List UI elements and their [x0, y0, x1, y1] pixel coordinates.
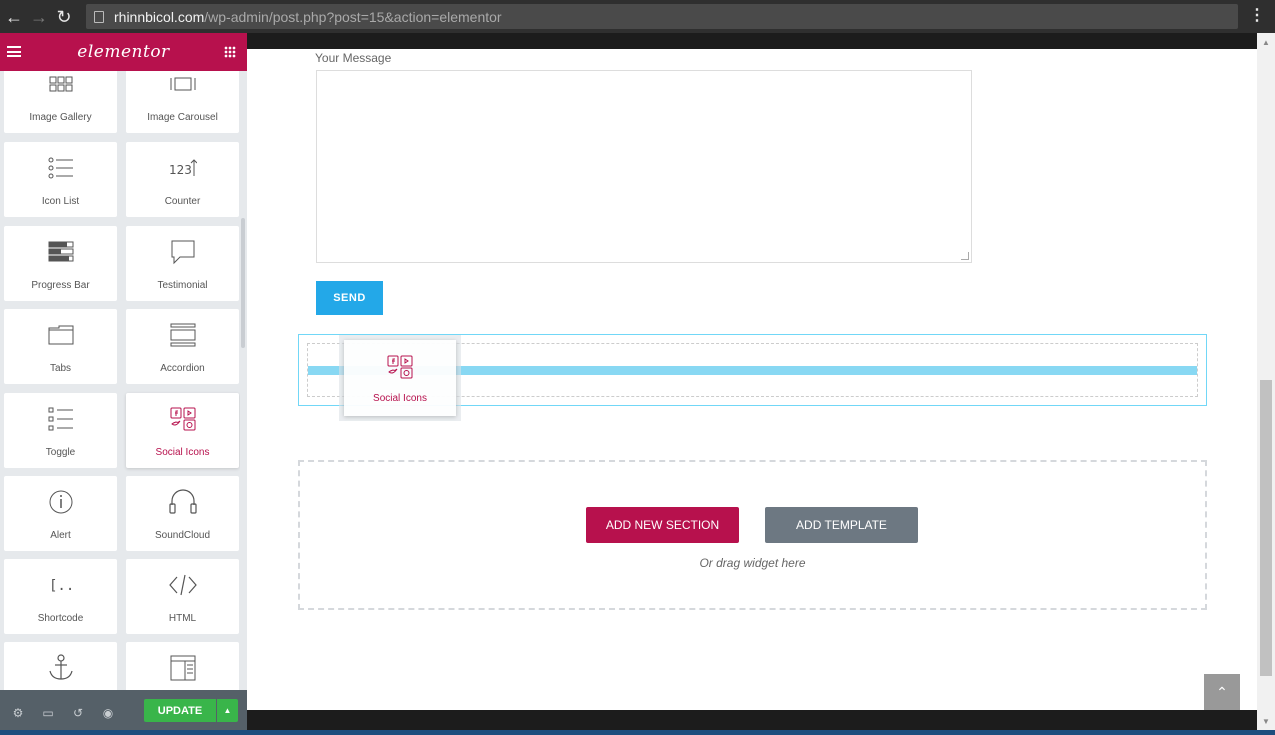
- widget-image-carousel[interactable]: Image Carousel: [126, 71, 239, 133]
- widget-sidebar[interactable]: [126, 642, 239, 690]
- widget-html[interactable]: HTML: [126, 559, 239, 634]
- widgets-grid-icon[interactable]: [224, 46, 236, 58]
- icon-list-icon: [46, 154, 76, 182]
- image-gallery-icon: [46, 71, 76, 98]
- preview-eye-icon[interactable]: ◉: [96, 701, 120, 725]
- update-options-caret-icon[interactable]: ▲: [217, 699, 238, 722]
- widget-list: Image Gallery Image Carousel Icon List 1…: [0, 71, 240, 690]
- alert-icon: [46, 488, 76, 516]
- progress-bar-icon: [46, 238, 76, 266]
- responsive-desktop-icon[interactable]: ▭: [36, 701, 60, 725]
- widget-label: Toggle: [45, 447, 76, 458]
- widget-icon-list[interactable]: Icon List: [4, 142, 117, 217]
- widget-counter[interactable]: 123 Counter: [126, 142, 239, 217]
- html-icon: [168, 571, 198, 599]
- scroll-down-arrow-icon[interactable]: ▼: [1260, 717, 1272, 727]
- widget-label: Accordion: [160, 363, 205, 374]
- soundcloud-icon: [168, 488, 198, 516]
- widget-soundcloud[interactable]: SoundCloud: [126, 476, 239, 551]
- shortcode-icon: [...]: [46, 571, 76, 599]
- elementor-panel: elementor Image Gallery Image Carousel I…: [0, 33, 247, 735]
- dragging-widget[interactable]: Social Icons: [344, 340, 456, 416]
- preview-scrollbar-thumb[interactable]: [1260, 380, 1272, 676]
- resize-grip-icon[interactable]: [961, 252, 969, 260]
- widget-social-icons[interactable]: Social Icons: [126, 393, 239, 468]
- social-icons-icon: [168, 405, 198, 433]
- widget-label: SoundCloud: [154, 530, 211, 541]
- social-icons-icon: [387, 355, 413, 384]
- widget-label: Alert: [50, 530, 71, 541]
- widget-label: Social Icons: [155, 447, 210, 458]
- widget-progress-bar[interactable]: Progress Bar: [4, 226, 117, 301]
- elementor-logo: elementor: [77, 42, 170, 62]
- widget-accordion[interactable]: Accordion: [126, 309, 239, 384]
- widget-shortcode[interactable]: [...] Shortcode: [4, 559, 117, 634]
- widget-label: Image Gallery: [29, 112, 92, 123]
- history-icon[interactable]: ↺: [66, 701, 90, 725]
- anchor-icon: [46, 654, 76, 682]
- browser-toolbar: ← → ↻ rhinnbicol.com/wp-admin/post.php?p…: [0, 0, 1275, 33]
- widget-label: Image Carousel: [147, 112, 218, 123]
- panel-scrollbar[interactable]: [241, 218, 245, 348]
- back-arrow-icon[interactable]: ←: [3, 6, 25, 28]
- os-taskbar: [0, 730, 1275, 735]
- counter-icon: 123: [168, 154, 198, 182]
- dragging-widget-label: Social Icons: [373, 393, 427, 404]
- back-to-top-chevron-icon[interactable]: ⌃: [1204, 674, 1240, 710]
- address-bar[interactable]: rhinnbicol.com/wp-admin/post.php?post=15…: [86, 4, 1238, 29]
- widget-label: Tabs: [49, 363, 72, 374]
- url-host: rhinnbicol.com: [114, 8, 205, 25]
- url-path: /wp-admin/post.php?post=15&action=elemen…: [204, 8, 502, 25]
- panel-header: elementor: [0, 33, 247, 71]
- widget-tabs[interactable]: Tabs: [4, 309, 117, 384]
- hamburger-menu-icon[interactable]: [7, 46, 21, 57]
- testimonial-icon: [168, 238, 198, 266]
- browser-menu-icon[interactable]: ⋮: [1249, 6, 1265, 26]
- add-section-area[interactable]: ADD NEW SECTION ADD TEMPLATE Or drag wid…: [298, 460, 1207, 610]
- send-button[interactable]: SEND: [316, 281, 383, 315]
- widget-menu-anchor[interactable]: [4, 642, 117, 690]
- add-new-section-button[interactable]: ADD NEW SECTION: [586, 507, 739, 543]
- add-template-button[interactable]: ADD TEMPLATE: [765, 507, 918, 543]
- svg-text:123: 123: [169, 163, 192, 177]
- reload-icon[interactable]: ↻: [53, 6, 75, 28]
- widget-toggle[interactable]: Toggle: [4, 393, 117, 468]
- tabs-icon: [46, 321, 76, 349]
- message-textarea[interactable]: [316, 70, 972, 263]
- site-top-bar: [247, 33, 1257, 49]
- page-icon: [94, 10, 104, 23]
- widget-label: Counter: [164, 196, 201, 207]
- preview-canvas: Your Message SEND Social Icons ADD NEW S…: [247, 33, 1275, 735]
- sidebar-icon: [168, 654, 198, 682]
- widget-alert[interactable]: Alert: [4, 476, 117, 551]
- accordion-icon: [168, 321, 198, 349]
- panel-footer: ⚙ ▭ ↺ ◉ UPDATE ▲: [0, 690, 247, 735]
- drag-hint-text: Or drag widget here: [699, 556, 806, 570]
- svg-text:[...]: [...]: [49, 578, 74, 594]
- image-carousel-icon: [168, 71, 198, 98]
- widget-label: Testimonial: [157, 280, 208, 291]
- widget-image-gallery[interactable]: Image Gallery: [4, 71, 117, 133]
- forward-arrow-icon[interactable]: →: [28, 6, 50, 28]
- settings-gear-icon[interactable]: ⚙: [6, 701, 30, 725]
- toggle-icon: [46, 405, 76, 433]
- widget-label: Shortcode: [37, 613, 84, 624]
- widget-label: Progress Bar: [31, 280, 90, 291]
- widget-label: Icon List: [41, 196, 80, 207]
- scroll-up-arrow-icon[interactable]: ▲: [1260, 38, 1272, 48]
- message-label: Your Message: [315, 51, 392, 65]
- widget-label: HTML: [168, 613, 197, 624]
- update-button[interactable]: UPDATE: [144, 699, 216, 722]
- widget-testimonial[interactable]: Testimonial: [126, 226, 239, 301]
